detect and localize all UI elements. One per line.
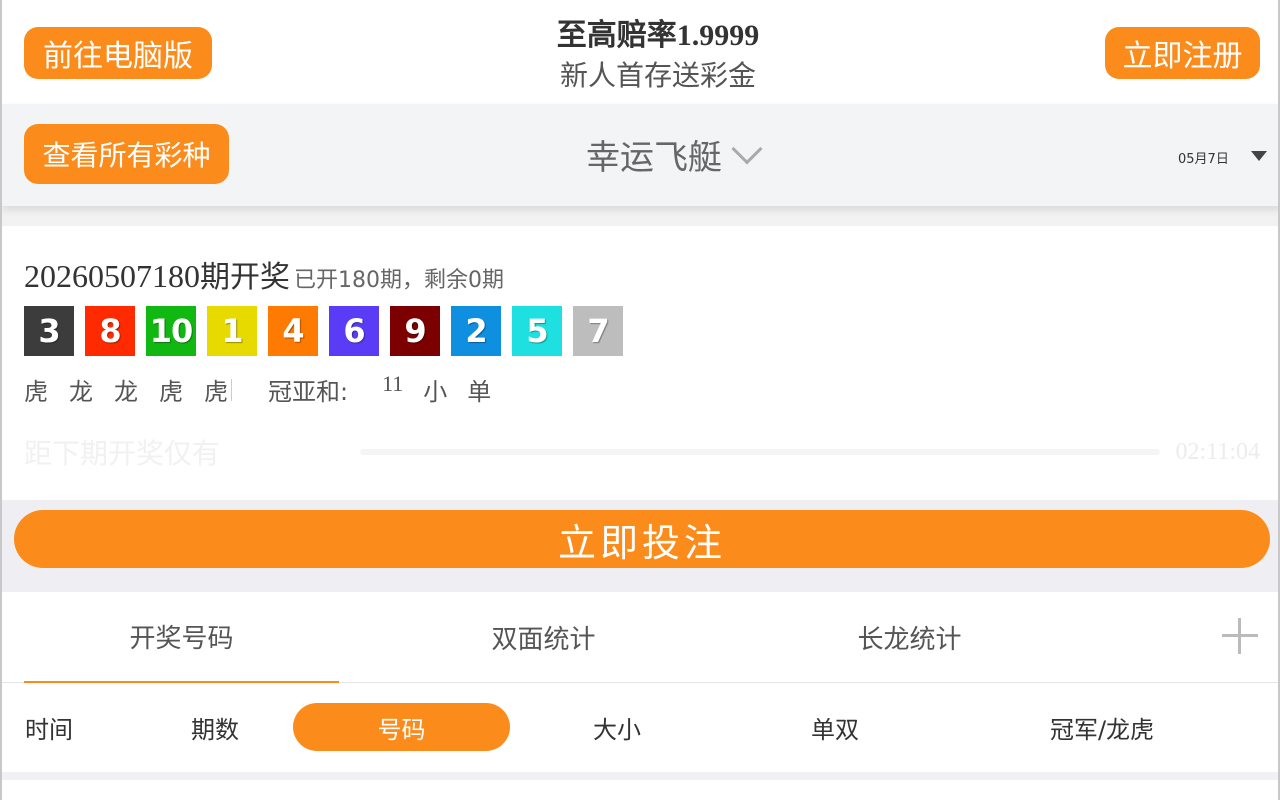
dragon-tiger-4: 虎	[204, 378, 228, 406]
app-frame: 前往电脑版 至高赔率1.9999 新人首存送彩金 立即注册 查看所有彩种 幸运飞…	[0, 0, 1280, 800]
result-ball: 6	[329, 306, 379, 356]
plus-icon[interactable]	[1222, 618, 1258, 654]
promo-title-prefix: 至高赔率	[556, 18, 677, 53]
filter-odd-even[interactable]: 单双	[800, 703, 870, 751]
dragon-tiger-0: 虎	[24, 378, 48, 406]
guanya-oddeven: 单	[467, 378, 492, 406]
promo-title-odds: 1.9999	[676, 19, 760, 52]
tab-long-dragon-stats[interactable]: 长龙统计	[752, 592, 1067, 683]
dragon-tiger-1: 龙	[69, 378, 93, 406]
pc-version-button[interactable]: 前往电脑版	[24, 27, 212, 79]
guanya-bigsmall: 小	[423, 378, 448, 406]
result-ball: 9	[390, 306, 440, 356]
promo-title: 至高赔率1.9999	[442, 14, 874, 58]
filter-number[interactable]: 号码	[293, 703, 510, 751]
top-header: 前往电脑版 至高赔率1.9999 新人首存送彩金 立即注册	[2, 0, 1278, 104]
lottery-name: 幸运飞艇	[586, 138, 722, 178]
lottery-selector[interactable]: 幸运飞艇	[542, 130, 802, 179]
guanya-label: 冠亚和:	[268, 378, 349, 406]
date-value: 05月7日	[1178, 152, 1229, 167]
tab-draw-numbers[interactable]: 开奖号码	[24, 592, 339, 683]
result-ball: 7	[573, 306, 623, 356]
issue-progress: 已开180期，剩余0期	[294, 268, 504, 293]
list-row-peek	[2, 780, 1278, 800]
countdown-progress-bar	[360, 449, 1160, 455]
register-button[interactable]: 立即注册	[1105, 27, 1260, 79]
tab-two-sided-stats[interactable]: 双面统计	[386, 592, 701, 683]
result-ball: 10	[146, 306, 196, 356]
countdown-label: 距下期开奖仅有	[24, 437, 221, 470]
promo-banner: 至高赔率1.9999 新人首存送彩金	[442, 14, 874, 94]
result-ball: 1	[207, 306, 257, 356]
place-bet-button[interactable]: 立即投注	[14, 510, 1270, 568]
result-ball: 3	[24, 306, 74, 356]
bet-section: 立即投注	[2, 500, 1278, 592]
stats-divider	[231, 378, 232, 401]
issue-label: 期开奖	[200, 260, 290, 295]
dragon-tiger-3: 虎	[159, 378, 183, 406]
issue-number: 20260507180	[24, 258, 200, 294]
draw-result-card: 20260507180 期开奖 已开180期，剩余0期 3 8 10 1 4 6 9 2 5 7 …	[2, 226, 1278, 500]
chevron-down-icon	[731, 132, 763, 165]
caret-down-icon	[1250, 150, 1267, 161]
countdown: 距下期开奖仅有 02:11:04	[24, 432, 1260, 472]
result-ball: 5	[512, 306, 562, 356]
lottery-subheader: 查看所有彩种 幸运飞艇 05月7日	[2, 104, 1278, 206]
dragon-tiger-2: 龙	[114, 378, 138, 406]
countdown-time: 02:11:04	[1175, 438, 1260, 465]
result-ball: 4	[268, 306, 318, 356]
guanya-sum: 11	[382, 370, 404, 396]
filter-row: 时间 期数 号码 大小 单双 冠军/龙虎	[2, 683, 1278, 772]
date-selector[interactable]: 05月7日	[1178, 148, 1267, 167]
result-balls: 3 8 10 1 4 6 9 2 5 7	[24, 306, 634, 356]
filter-issue[interactable]: 期数	[180, 703, 250, 751]
filter-big-small[interactable]: 大小	[582, 703, 652, 751]
promo-subtitle: 新人首存送彩金	[559, 59, 756, 92]
filter-time[interactable]: 时间	[24, 703, 74, 751]
result-ball: 2	[451, 306, 501, 356]
result-stats: 虎 龙 龙 虎 虎 冠亚和: 11 小 单	[24, 370, 492, 407]
issue-line: 20260507180 期开奖 已开180期，剩余0期	[24, 252, 504, 296]
stats-tabs: 开奖号码 双面统计 长龙统计	[2, 592, 1278, 683]
filter-champion-dragon-tiger[interactable]: 冠军/龙虎	[1038, 703, 1166, 751]
all-lotteries-button[interactable]: 查看所有彩种	[24, 124, 229, 184]
result-ball: 8	[85, 306, 135, 356]
list-divider	[2, 772, 1278, 780]
